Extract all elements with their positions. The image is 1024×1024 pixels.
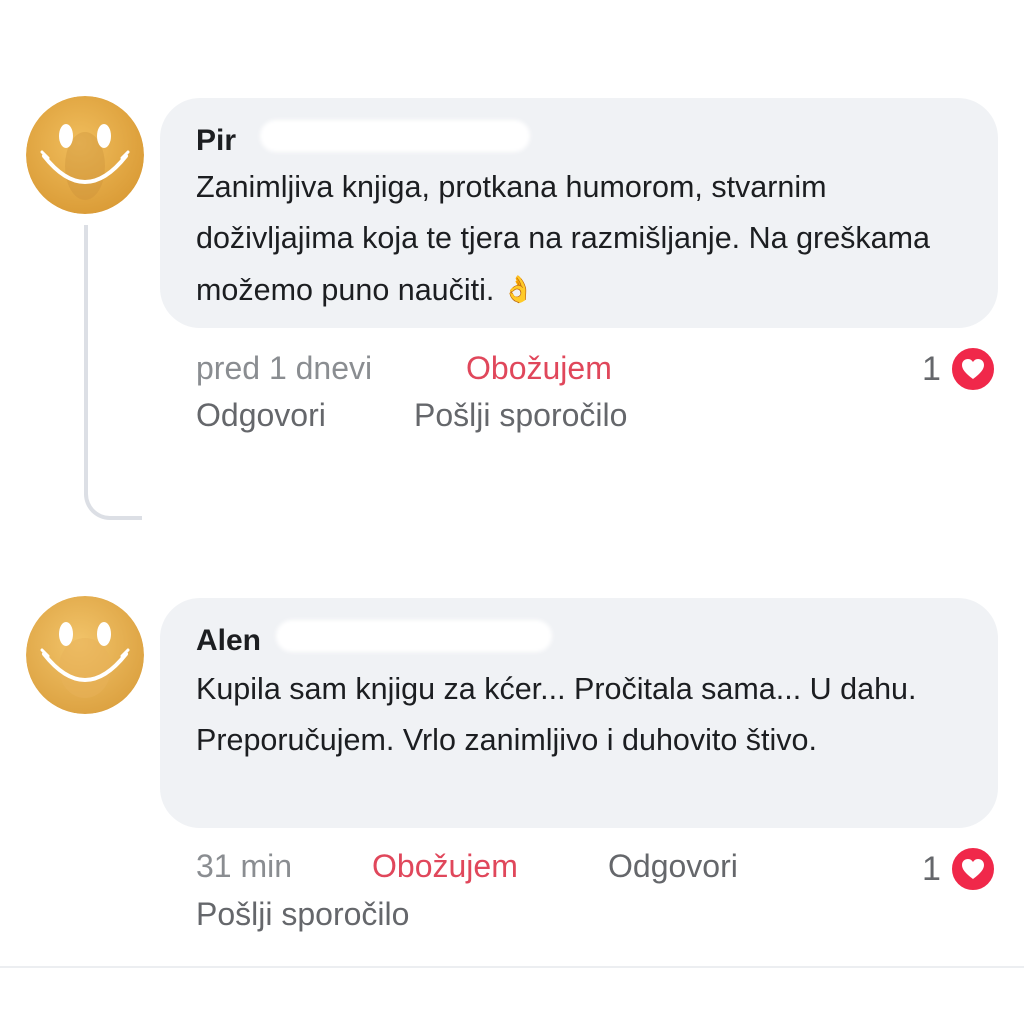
comment-author[interactable]: Pir: [196, 126, 236, 156]
avatar[interactable]: [26, 596, 144, 714]
avatar[interactable]: [26, 96, 144, 214]
divider: [0, 966, 1024, 968]
comment-bubble: Alen Kupila sam knjigu za kćer... Pročit…: [160, 598, 998, 828]
comment-text-content: Zanimljiva knjiga, protkana humorom, stv…: [196, 170, 930, 307]
ok-hand-icon: 👌: [502, 274, 535, 304]
smiley-face-icon: [26, 96, 144, 214]
comment-author[interactable]: Alen: [196, 626, 261, 656]
comment-text: Zanimljiva knjiga, protkana humorom, stv…: [196, 162, 958, 316]
comment-time: pred 1 dnevi: [196, 350, 373, 386]
comments-thread: Pir Zanimljiva knjiga, protkana humorom,…: [0, 0, 1024, 1024]
reaction-count[interactable]: 1: [922, 852, 941, 886]
smiley-face-icon: [26, 596, 144, 714]
send-message-button[interactable]: Pošlji sporočilo: [414, 399, 627, 431]
reaction-count[interactable]: 1: [922, 352, 941, 386]
reply-button[interactable]: Odgovori: [196, 399, 326, 431]
love-reaction-button[interactable]: Obožujem: [466, 352, 612, 384]
reply-thread-line: [84, 225, 142, 520]
heart-icon[interactable]: [950, 846, 996, 892]
redacted-name-mask: [260, 120, 530, 152]
love-reaction-button[interactable]: Obožujem: [372, 850, 518, 882]
send-message-button[interactable]: Pošlji sporočilo: [196, 898, 409, 930]
redacted-name-mask: [276, 620, 552, 652]
comment-text: Kupila sam knjigu za kćer... Pročitala s…: [196, 672, 917, 757]
comment-bubble: Pir Zanimljiva knjiga, protkana humorom,…: [160, 98, 998, 328]
comment-time: 31 min: [196, 848, 293, 884]
reply-button[interactable]: Odgovori: [608, 850, 738, 882]
heart-icon[interactable]: [950, 346, 996, 392]
